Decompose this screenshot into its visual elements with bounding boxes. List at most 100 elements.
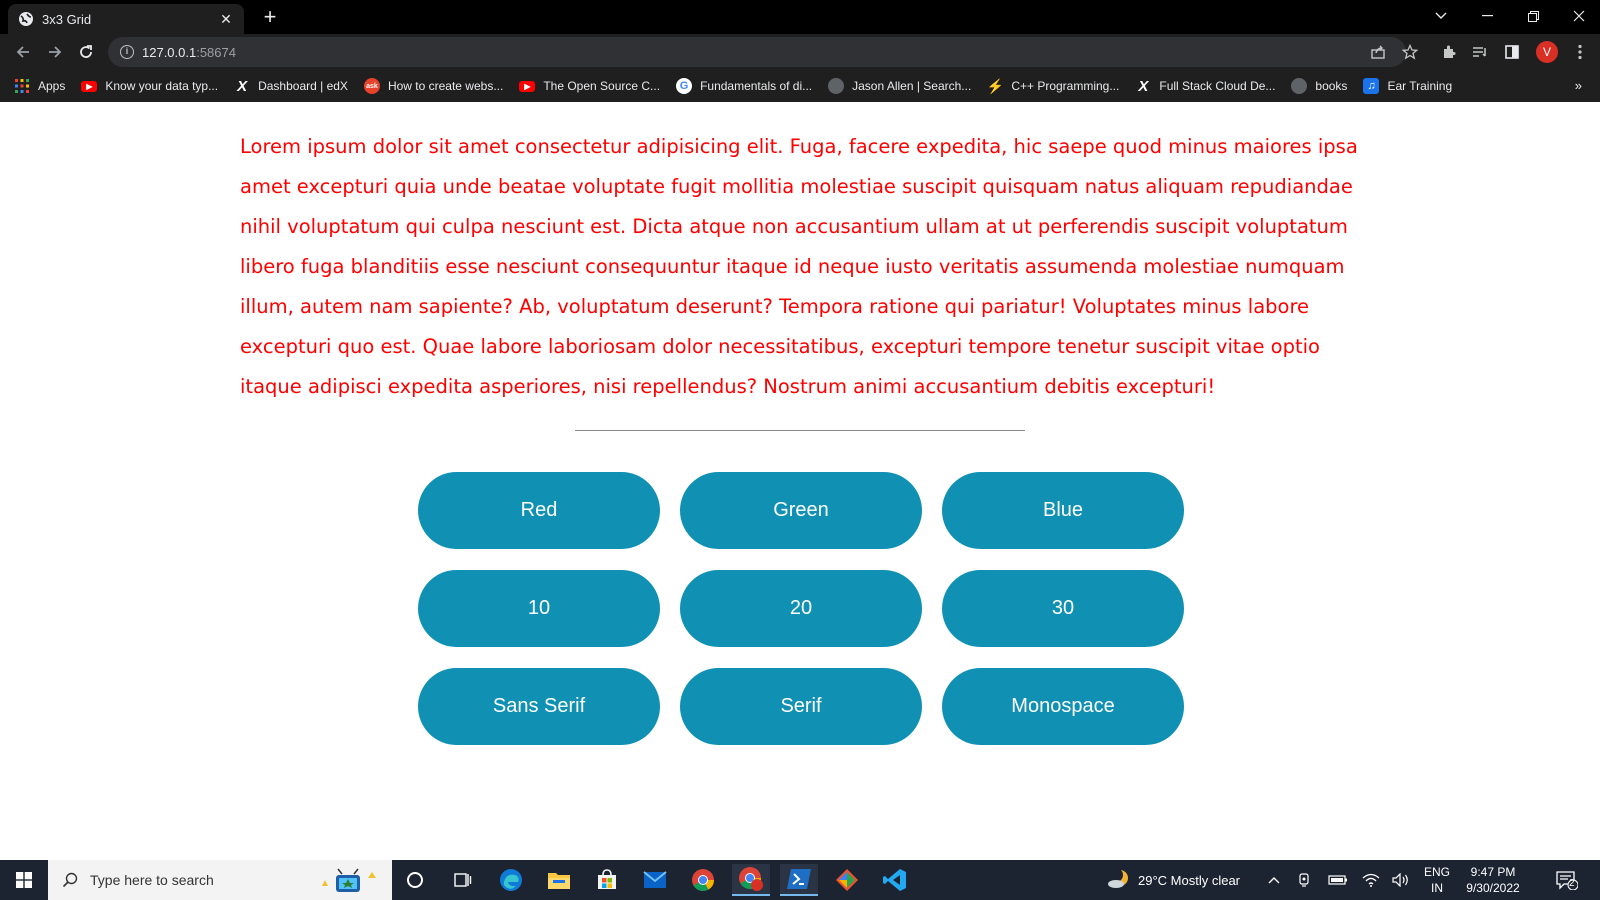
bookmark-label: C++ Programming... — [1011, 79, 1120, 93]
edx-icon: X — [237, 77, 248, 95]
microsoft-store-icon[interactable] — [588, 864, 626, 896]
url-host: 127.0.0.1 — [142, 44, 197, 60]
tab-title: 3x3 Grid — [42, 11, 92, 27]
search-highlight-icon — [316, 866, 382, 899]
close-tab-icon[interactable]: ✕ — [218, 11, 234, 27]
serif-button[interactable]: Serif — [680, 668, 922, 745]
bookmark-label: Dashboard | edX — [258, 79, 348, 93]
bookmarks-bar: Apps ▶ Know your data typ... X Dashboard… — [0, 70, 1600, 102]
bookmark-item[interactable]: X Dashboard | edX — [234, 77, 348, 95]
horizontal-rule — [575, 430, 1025, 431]
restore-button[interactable] — [1510, 0, 1556, 32]
size-10-button[interactable]: 10 — [418, 570, 660, 647]
wifi-icon[interactable] — [1362, 860, 1380, 900]
edx-icon: X — [1138, 77, 1149, 95]
search-placeholder: Type here to search — [90, 872, 214, 888]
bookmark-label: Know your data typ... — [105, 79, 219, 93]
youtube-icon: ▶ — [519, 80, 536, 92]
lang-region: IN — [1431, 881, 1443, 895]
apps-grid-icon — [14, 78, 30, 94]
edge-icon[interactable] — [492, 864, 530, 896]
bookmark-item[interactable]: Jason Allen | Search... — [828, 78, 971, 94]
size-20-button[interactable]: 20 — [680, 570, 922, 647]
meet-now-icon[interactable] — [1298, 860, 1314, 900]
lang-code: ENG — [1424, 865, 1451, 879]
moon-cloud-icon — [1106, 867, 1130, 893]
cortana-icon[interactable] — [396, 864, 434, 896]
show-hidden-icons[interactable] — [1268, 860, 1280, 900]
weather-text: 29°C Mostly clear — [1138, 872, 1241, 888]
bookmark-star-icon[interactable] — [1400, 42, 1420, 62]
bookmark-item[interactable]: ▶ Know your data typ... — [81, 79, 218, 93]
minimize-button[interactable] — [1464, 0, 1510, 32]
address-bar[interactable]: i 127.0.0.1:58674 — [108, 37, 1406, 67]
blue-button[interactable]: Blue — [942, 472, 1184, 549]
green-button[interactable]: Green — [680, 472, 922, 549]
back-button[interactable] — [10, 39, 36, 65]
profile-avatar[interactable]: V — [1536, 41, 1558, 63]
bookmark-label: Full Stack Cloud De... — [1159, 79, 1276, 93]
search-icon — [62, 872, 78, 888]
bookmark-label: Jason Allen | Search... — [852, 79, 972, 93]
language-indicator[interactable]: ENG IN — [1424, 860, 1450, 900]
forward-button[interactable] — [42, 39, 68, 65]
reload-button[interactable] — [73, 39, 99, 65]
reading-list-icon[interactable] — [1470, 42, 1490, 62]
url-port: :58674 — [196, 44, 236, 60]
vscode-icon[interactable] — [876, 864, 914, 896]
bookmark-apps[interactable]: Apps — [14, 78, 65, 94]
title-bar: 3x3 Grid ✕ + — [0, 0, 1600, 34]
clock-date: 9/30/2022 — [1466, 881, 1520, 895]
tab-search-icon[interactable] — [1418, 0, 1464, 32]
taskbar-search-box[interactable]: Type here to search — [48, 860, 392, 900]
browser-tab[interactable]: 3x3 Grid ✕ — [8, 4, 244, 34]
notification-count: 2 — [1569, 878, 1575, 889]
git-gui-icon[interactable] — [828, 864, 866, 896]
red-button[interactable]: Red — [418, 472, 660, 549]
menu-kebab-icon[interactable] — [1570, 42, 1590, 62]
file-explorer-icon[interactable] — [540, 864, 578, 896]
windows-start-icon[interactable] — [0, 860, 48, 900]
chrome-profile-icon[interactable] — [732, 864, 770, 896]
size-30-button[interactable]: 30 — [942, 570, 1184, 647]
lorem-paragraph: Lorem ipsum dolor sit amet consectetur a… — [240, 135, 1358, 398]
bookmark-label: Fundamentals of di... — [700, 79, 813, 93]
bookmark-item[interactable]: ask How to create webs... — [363, 78, 504, 94]
bookmark-label: How to create webs... — [387, 79, 504, 93]
bookmark-label: Apps — [38, 79, 66, 93]
globe-icon — [828, 78, 845, 94]
bookmark-item[interactable]: ♫ Ear Training — [1363, 78, 1452, 94]
clock[interactable]: 9:47 PM 9/30/2022 — [1458, 860, 1528, 900]
clock-time: 9:47 PM — [1470, 865, 1516, 879]
bookmark-item[interactable]: G Fundamentals of di... — [676, 78, 812, 94]
bookmark-item[interactable]: ▶ The Open Source C... — [519, 79, 660, 93]
sans-serif-button[interactable]: Sans Serif — [418, 668, 660, 745]
bookmark-item[interactable]: ⚡ C++ Programming... — [986, 77, 1120, 94]
notifications-icon[interactable]: 2 — [1556, 860, 1578, 900]
site-info-icon[interactable]: i — [120, 45, 134, 59]
volume-icon[interactable] — [1392, 860, 1410, 900]
monospace-button[interactable]: Monospace — [942, 668, 1184, 745]
side-panel-icon[interactable] — [1502, 42, 1522, 62]
weather-widget[interactable]: 29°C Mostly clear — [1106, 860, 1240, 900]
battery-icon[interactable] — [1328, 860, 1348, 900]
google-icon: G — [676, 78, 693, 94]
bolt-icon: ⚡ — [986, 77, 1005, 94]
globe-icon — [1291, 78, 1308, 94]
taskbar: Type here to search 29°C Mostly clear EN… — [0, 860, 1600, 900]
bookmarks-overflow-icon[interactable]: » — [1575, 78, 1582, 93]
new-tab-button[interactable]: + — [258, 5, 282, 29]
chrome-icon[interactable] — [684, 864, 722, 896]
extensions-icon[interactable] — [1439, 42, 1459, 62]
mail-icon[interactable] — [636, 864, 674, 896]
powershell-icon[interactable] — [780, 864, 818, 896]
close-window-button[interactable] — [1556, 0, 1600, 32]
button-grid: Red Green Blue 10 20 30 Sans Serif Serif… — [418, 472, 1184, 745]
music-icon: ♫ — [1363, 78, 1380, 94]
ask-icon: ask — [363, 78, 380, 94]
bookmark-item[interactable]: books — [1291, 78, 1347, 94]
bookmark-item[interactable]: X Full Stack Cloud De... — [1135, 77, 1276, 95]
task-view-icon[interactable] — [444, 864, 482, 896]
share-icon[interactable] — [1368, 42, 1388, 62]
browser-toolbar: i 127.0.0.1:58674 V — [0, 34, 1600, 70]
